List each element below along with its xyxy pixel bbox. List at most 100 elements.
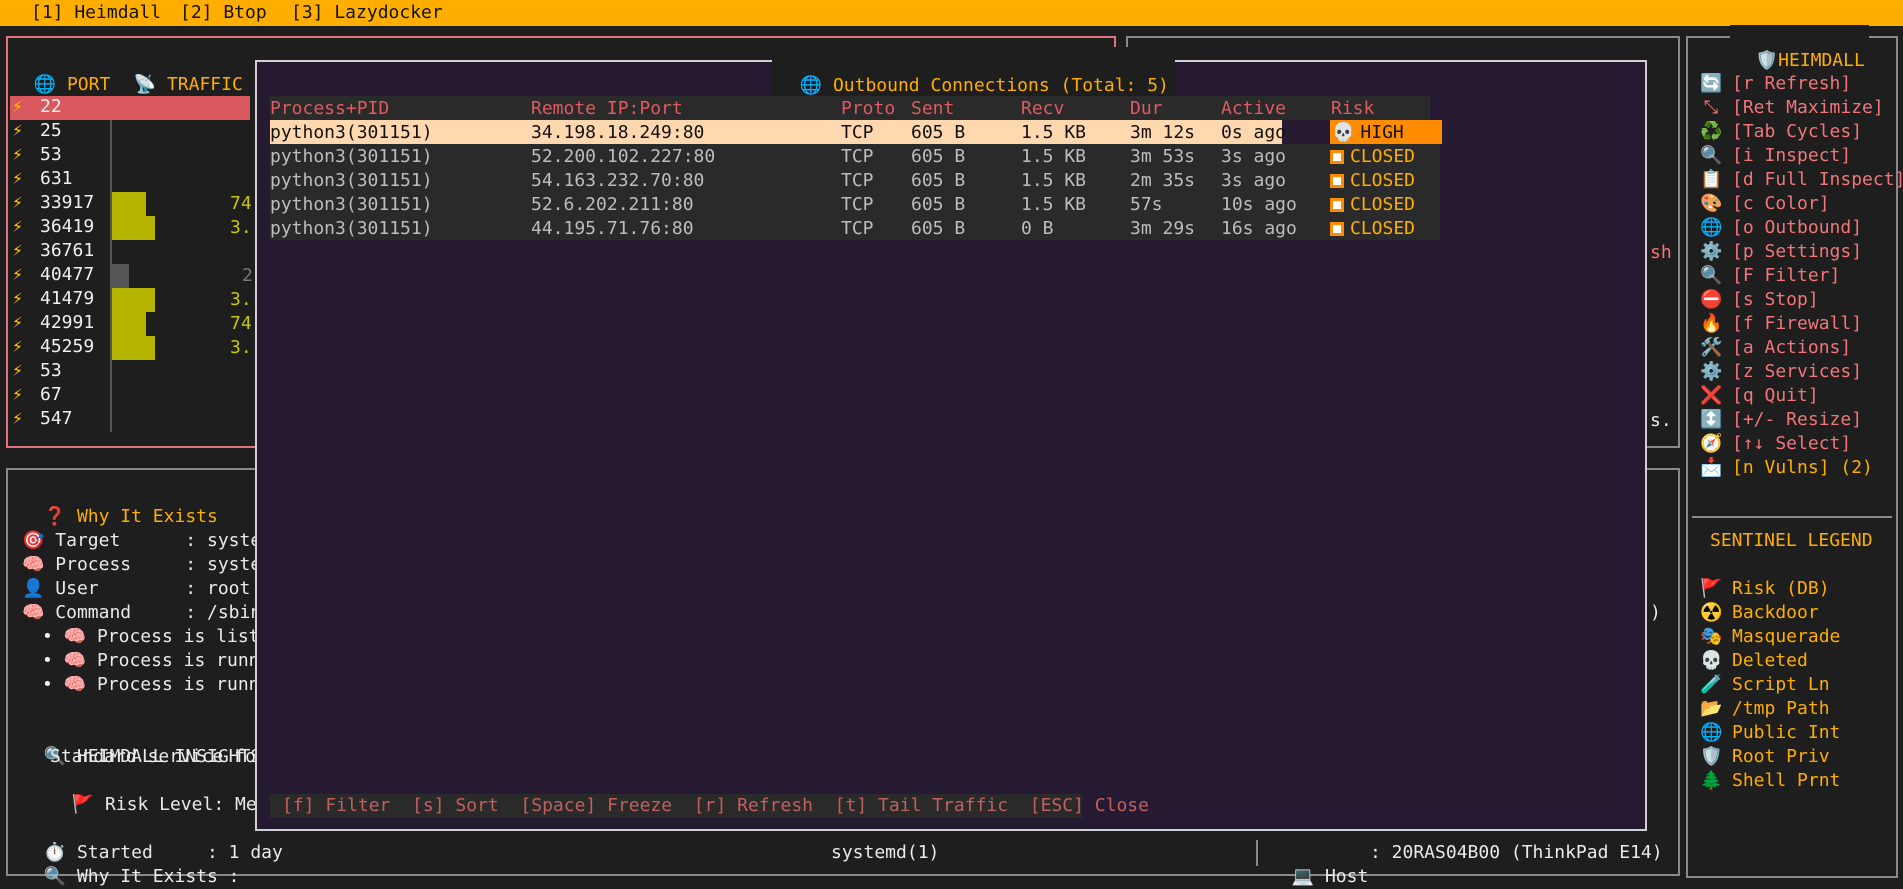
sidebar-item[interactable]: 🎨 [c Color] <box>1700 192 1830 216</box>
compass-icon: 🧭 <box>1700 433 1723 454</box>
legend-item: 🌲 Shell Prnt <box>1700 769 1840 793</box>
why-bullet-text: Process is runni <box>96 674 271 695</box>
sidebar-item-label: [n Vulns] (2) <box>1732 457 1873 478</box>
port-row[interactable]: ⚡ 67 <box>10 384 250 408</box>
legend-item: 🎭 Masquerade <box>1700 625 1840 649</box>
connection-row[interactable]: python3(301151) 44.195.71.76:80 TCP 605 B 0 … <box>270 216 1422 240</box>
host-value: : 20RAS04B00 (ThinkPad E14) <box>1370 842 1663 863</box>
sidebar-item[interactable]: 📩 [n Vulns] (2) <box>1700 456 1873 480</box>
flag-icon: 🚩 <box>71 794 95 815</box>
sidebar-item[interactable]: ♻️ [Tab Cycles] <box>1700 120 1862 144</box>
port-row[interactable]: ⚡ 36761 <box>10 240 250 264</box>
port-row[interactable]: ⚡ 53 <box>10 144 250 168</box>
user-icon: 👤 <box>22 578 45 599</box>
sidebar-item-label: [r Refresh] <box>1732 73 1852 94</box>
tab-btop[interactable]: [2] Btop <box>180 2 267 24</box>
brain-icon: 🧠 <box>63 626 87 647</box>
cell-sent: 605 B <box>911 122 966 143</box>
cell-active: 16s ago <box>1221 218 1297 239</box>
port-row[interactable]: ⚡ 53 <box>10 360 250 384</box>
sidebar-item[interactable]: ❌ [q Quit] <box>1700 384 1819 408</box>
cell-dur: 3m 53s <box>1130 146 1196 167</box>
cell-recv: 1.5 KB <box>1021 194 1087 215</box>
port-number: 631 <box>40 168 73 189</box>
sidebar-title-text: HEIMDALL <box>1778 50 1865 71</box>
bolt-icon: ⚡ <box>12 336 23 357</box>
sidebar-item[interactable]: 🧭 [↑↓ Select] <box>1700 432 1851 456</box>
maximize-icon: ⤡ <box>1703 97 1719 118</box>
risk-label: HIGH <box>1360 122 1404 143</box>
port-row[interactable]: ⚡ 547 <box>10 408 250 432</box>
bolt-icon: ⚡ <box>12 144 23 165</box>
sidebar-item-label: [a Actions] <box>1732 337 1852 358</box>
col-remote[interactable]: Remote IP:Port <box>531 98 683 119</box>
cell-remote: 44.195.71.76:80 <box>531 218 694 239</box>
refresh-icon: 🔄 <box>1700 73 1723 94</box>
skull-icon: 💀 <box>1700 650 1723 671</box>
globe-icon: 🌐 <box>1700 722 1723 743</box>
cell-sent: 605 B <box>911 170 966 191</box>
sidebar-item[interactable]: 🔄 [r Refresh] <box>1700 72 1851 96</box>
gear-icon: ⚙️ <box>1700 361 1723 382</box>
connection-row[interactable]: python3(301151) 54.163.232.70:80 TCP 605 B 1… <box>270 168 1422 192</box>
legend-label: Masquerade <box>1732 626 1841 647</box>
legend-item: 📂 /tmp Path <box>1700 697 1830 721</box>
col-process[interactable]: Process+PID <box>270 98 389 119</box>
connection-row[interactable]: python3(301151) 52.6.202.211:80 TCP 605 B 1.… <box>270 192 1422 216</box>
testtube-icon: 🧪 <box>1700 674 1723 695</box>
cell-recv: 0 B <box>1021 218 1054 239</box>
sidebar-item[interactable]: ⛔ [s Stop] <box>1700 288 1819 312</box>
flag-icon: 🚩 <box>1700 578 1723 599</box>
sidebar-item-label: [p Settings] <box>1732 241 1863 262</box>
connection-row[interactable]: python3(301151) 34.198.18.249:80 TCP 605 B 1… <box>270 120 1286 144</box>
bolt-icon: ⚡ <box>12 360 23 381</box>
col-recv[interactable]: Recv <box>1021 98 1064 119</box>
sidebar-item-label: [q Quit] <box>1732 385 1819 406</box>
brain-icon: 🧠 <box>22 554 45 575</box>
sidebar-item[interactable]: 🌐 [o Outbound] <box>1700 216 1862 240</box>
why-title: ❓ Why It Exists <box>22 481 218 529</box>
sidebar-item[interactable]: 🔥 [f Firewall] <box>1700 312 1862 336</box>
col-proto[interactable]: Proto <box>841 98 895 119</box>
col-risk[interactable]: Risk <box>1331 98 1374 119</box>
col-sent[interactable]: Sent <box>911 98 954 119</box>
cycle-icon: ♻️ <box>1700 121 1723 142</box>
port-row[interactable]: ⚡ 22 <box>10 96 250 120</box>
tab-lazydocker[interactable]: [3] Lazydocker <box>291 2 443 24</box>
risk-badge: CLOSED <box>1330 216 1440 240</box>
bolt-icon: ⚡ <box>12 192 23 213</box>
cell-remote: 52.6.202.211:80 <box>531 194 694 215</box>
traffic-value: 3. <box>230 289 252 310</box>
why-bullet: • 🧠 Process is liste <box>42 626 271 647</box>
cell-proto: TCP <box>841 170 874 191</box>
sidebar-item[interactable]: ⤡ [Ret Maximize] <box>1700 96 1884 120</box>
sidebar-title: 🛡️HEIMDALL <box>1730 25 1869 73</box>
port-row[interactable]: ⚡ 631 <box>10 168 250 192</box>
sidebar-item[interactable]: ⚙️ [z Services] <box>1700 360 1862 384</box>
col-dur[interactable]: Dur <box>1130 98 1163 119</box>
risk-badge: CLOSED <box>1330 192 1440 216</box>
sidebar-item[interactable]: ↕️ [+/- Resize] <box>1700 408 1862 432</box>
sidebar-item-label: [F Filter] <box>1732 265 1841 286</box>
risk-badge: CLOSED <box>1330 144 1440 168</box>
legend-label: Risk (DB) <box>1732 578 1830 599</box>
sidebar-item[interactable]: 🔍 [i Inspect] <box>1700 144 1851 168</box>
target-icon: 🎯 <box>22 530 45 551</box>
legend-item: 🌐 Public Int <box>1700 721 1840 745</box>
col-active[interactable]: Active <box>1221 98 1286 119</box>
fragment-text: s. <box>1650 410 1672 431</box>
stop-icon: ⛔ <box>1700 289 1723 310</box>
port-row[interactable]: ⚡ 25 <box>10 120 250 144</box>
port-number: 22 <box>40 96 62 117</box>
port-row[interactable]: ⚡ 40477 <box>10 264 250 288</box>
brain-icon: 🧠 <box>22 602 45 623</box>
why-row-text: User : root <box>55 578 251 599</box>
legend-item: 🧪 Script Ln <box>1700 673 1830 697</box>
connection-row[interactable]: python3(301151) 52.200.102.227:80 TCP 605 B… <box>270 144 1422 168</box>
why-row-text: Command : /sbin/ <box>55 602 273 623</box>
sidebar-item[interactable]: 📋 [d Full Inspect] <box>1700 168 1903 192</box>
sidebar-item[interactable]: 🔍 [F Filter] <box>1700 264 1840 288</box>
tab-heimdall[interactable]: [1] Heimdall <box>31 2 161 24</box>
sidebar-item[interactable]: ⚙️ [p Settings] <box>1700 240 1862 264</box>
sidebar-item[interactable]: 🛠️ [a Actions] <box>1700 336 1851 360</box>
